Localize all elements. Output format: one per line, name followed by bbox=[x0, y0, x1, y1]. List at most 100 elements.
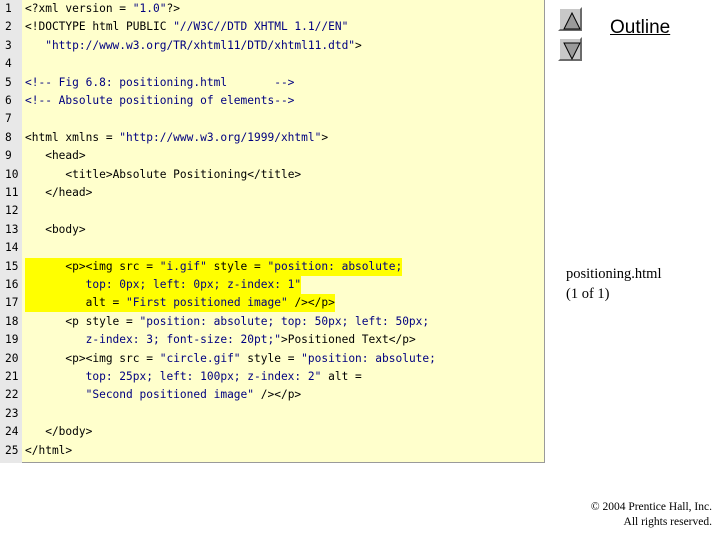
code-text: alt = "First positioned image" /></p> bbox=[25, 294, 335, 313]
code-line: 20 <p><img src = "circle.gif" style = "p… bbox=[0, 350, 545, 368]
line-number: 17 bbox=[5, 296, 19, 310]
line-number: 9 bbox=[5, 149, 12, 163]
triangle-up-icon bbox=[563, 11, 581, 30]
line-number: 5 bbox=[5, 75, 12, 89]
code-token: top: 25px; left: 100px; z-index: 2" bbox=[25, 370, 322, 383]
next-slide-button[interactable] bbox=[558, 37, 582, 61]
code-token: <?xml version = bbox=[25, 2, 133, 15]
code-token: "Second positioned image" bbox=[25, 388, 255, 402]
code-token: /></p> bbox=[254, 388, 302, 402]
line-number: 18 bbox=[5, 314, 19, 328]
code-line: 4 bbox=[0, 55, 545, 73]
code-text: <p style = "position: absolute; top: 50p… bbox=[25, 313, 429, 331]
line-number: 12 bbox=[5, 204, 19, 218]
code-line: 23 bbox=[0, 405, 545, 423]
copyright-line-2: All rights reserved. bbox=[623, 516, 712, 528]
code-token: </html> bbox=[25, 443, 73, 457]
code-line: 16 top: 0px; left: 0px; z-index: 1" bbox=[0, 276, 545, 294]
code-token: "http://www.w3.org/1999/xhtml" bbox=[119, 130, 322, 144]
code-token: <p><img src = bbox=[25, 259, 160, 273]
code-text: <body> bbox=[25, 221, 86, 239]
outline-link[interactable]: Outline bbox=[610, 17, 670, 39]
code-line: 22 "Second positioned image" /></p> bbox=[0, 386, 545, 404]
file-name: positioning.html bbox=[566, 266, 662, 282]
code-token: > bbox=[280, 333, 288, 347]
code-line: 6 <!-- Absolute positioning of elements--… bbox=[0, 92, 545, 110]
code-line: 3 "http://www.w3.org/TR/xhtml11/DTD/xhtm… bbox=[0, 37, 545, 55]
line-number: 6 bbox=[5, 94, 12, 107]
line-number: 14 bbox=[5, 241, 19, 255]
code-token: alt = bbox=[25, 296, 127, 310]
previous-slide-button[interactable] bbox=[558, 7, 582, 31]
code-line: 12 bbox=[0, 202, 545, 220]
code-text: <html xmlns = "http://www.w3.org/1999/xh… bbox=[25, 129, 328, 147]
code-token: "circle.gif" bbox=[159, 351, 241, 365]
code-text: <!DOCTYPE html PUBLIC "//W3C//DTD XHTML … bbox=[25, 18, 348, 36]
code-token: Absolute Positioning bbox=[112, 167, 248, 181]
code-line: 8 <html xmlns = "http://www.w3.org/1999/x… bbox=[0, 129, 545, 147]
file-caption: positioning.html (1 of 1) bbox=[566, 264, 661, 304]
outline-navigation bbox=[558, 7, 584, 61]
line-number: 7 bbox=[5, 112, 12, 126]
code-line: 7 bbox=[0, 110, 545, 128]
code-token: <!-- Absolute positioning of elements--> bbox=[25, 94, 295, 107]
code-token: "position: absolute; bbox=[267, 259, 403, 273]
code-token: "1.0" bbox=[132, 2, 167, 15]
line-number: 22 bbox=[5, 388, 19, 402]
code-text: </body> bbox=[25, 423, 92, 441]
code-token: <p><img src = bbox=[25, 351, 160, 365]
line-number: 11 bbox=[5, 186, 19, 199]
code-token: alt = bbox=[321, 370, 369, 383]
code-token: ?> bbox=[166, 2, 180, 15]
code-line: 11 </head> bbox=[0, 184, 545, 202]
code-text: "http://www.w3.org/TR/xhtml11/DTD/xhtml1… bbox=[25, 37, 362, 55]
code-token: <body> bbox=[25, 222, 86, 236]
code-token: <html xmlns = bbox=[25, 130, 120, 144]
code-text: <head> bbox=[25, 147, 86, 165]
code-token: "position: absolute; bbox=[301, 351, 436, 365]
line-number: 4 bbox=[5, 57, 12, 71]
code-text: "Second positioned image" /></p> bbox=[25, 386, 302, 404]
code-line: 24 </body> bbox=[0, 423, 545, 441]
code-token: <!-- Fig 6.8: positioning.html --> bbox=[25, 75, 295, 89]
code-text: z-index: 3; font-size: 20pt;">Positioned… bbox=[25, 331, 416, 349]
code-line: 1 <?xml version = "1.0"?> bbox=[0, 0, 545, 18]
code-token: > bbox=[355, 38, 362, 52]
code-token: "i.gif" bbox=[159, 259, 207, 273]
code-line: 21 top: 25px; left: 100px; z-index: 2" a… bbox=[0, 368, 545, 386]
code-token: "position: absolute; top: 50px; left: 50… bbox=[139, 314, 430, 328]
line-number: 2 bbox=[5, 20, 12, 34]
code-token: <head> bbox=[25, 149, 86, 163]
line-number: 21 bbox=[5, 370, 19, 383]
code-text: </html> bbox=[25, 442, 72, 460]
code-line: 25 </html> bbox=[0, 442, 545, 460]
code-token: <!DOCTYPE html PUBLIC bbox=[25, 20, 174, 34]
code-line: 18 <p style = "position: absolute; top: … bbox=[0, 313, 545, 331]
code-token: > bbox=[321, 130, 329, 144]
code-line: 13 <body> bbox=[0, 221, 545, 239]
code-token: </p> bbox=[388, 333, 416, 347]
code-line: 2 <!DOCTYPE html PUBLIC "//W3C//DTD XHTML… bbox=[0, 18, 545, 36]
code-token: <p style = bbox=[25, 314, 140, 328]
line-number: 20 bbox=[5, 351, 19, 365]
code-token: "First positioned image" bbox=[126, 296, 288, 310]
code-line: 15 <p><img src = "i.gif" style = "positi… bbox=[0, 257, 545, 276]
code-text: <!-- Fig 6.8: positioning.html --> bbox=[25, 74, 294, 92]
code-line: 19 z-index: 3; font-size: 20pt;">Positio… bbox=[0, 331, 545, 349]
line-number: 13 bbox=[5, 222, 19, 236]
code-token: <title> bbox=[25, 167, 113, 181]
code-token: </head> bbox=[25, 186, 93, 199]
code-token: </title> bbox=[247, 167, 302, 181]
line-number: 25 bbox=[5, 443, 19, 457]
code-text: </head> bbox=[25, 184, 92, 202]
line-number: 10 bbox=[5, 167, 19, 181]
code-token: Positioned Text bbox=[287, 333, 389, 347]
code-token: /></p> bbox=[287, 296, 335, 310]
line-number: 3 bbox=[5, 38, 12, 52]
line-number: 19 bbox=[5, 333, 19, 347]
code-token: </body> bbox=[25, 425, 93, 439]
code-token: top: 0px; left: 0px; z-index: 1" bbox=[25, 278, 302, 291]
line-number: 24 bbox=[5, 425, 19, 439]
line-number: 23 bbox=[5, 406, 19, 420]
line-number: 1 bbox=[5, 2, 12, 15]
